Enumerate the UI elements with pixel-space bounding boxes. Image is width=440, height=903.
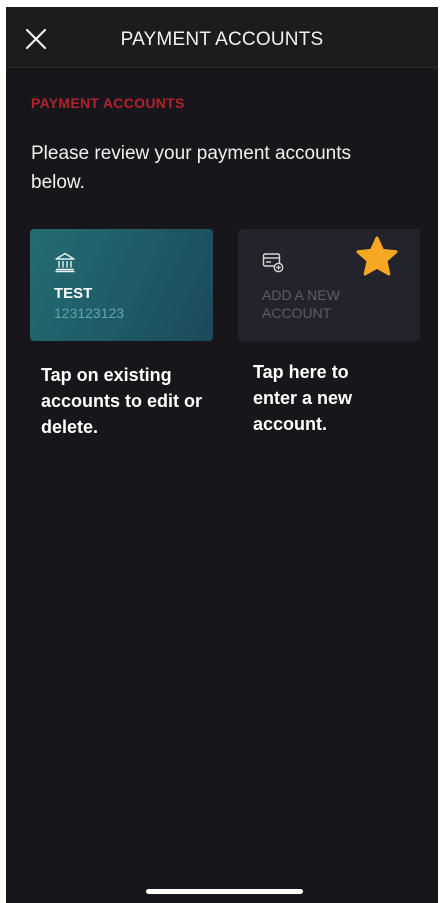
home-indicator[interactable]	[146, 889, 303, 894]
bank-icon	[55, 252, 75, 273]
existing-accounts-hint: Tap on existing accounts to edit or dele…	[41, 365, 203, 437]
app-screen: PAYMENT ACCOUNTS PAYMENT ACCOUNTS Please…	[6, 7, 438, 903]
account-card-test[interactable]: TEST 123123123	[30, 229, 213, 341]
account-number: 123123123	[54, 305, 125, 321]
star-icon	[356, 236, 398, 276]
account-name: TEST	[54, 285, 93, 302]
intro-text: Please review your payment accounts belo…	[31, 143, 351, 193]
page-title: PAYMENT ACCOUNTS	[120, 29, 324, 50]
add-account-hint: Tap here to enter a new account.	[253, 362, 353, 434]
top-bar: PAYMENT ACCOUNTS	[6, 7, 438, 68]
section-label: PAYMENT ACCOUNTS	[31, 95, 185, 111]
add-account-label: ADD A NEW ACCOUNT	[262, 287, 340, 321]
credit-card-add-icon	[262, 253, 284, 273]
